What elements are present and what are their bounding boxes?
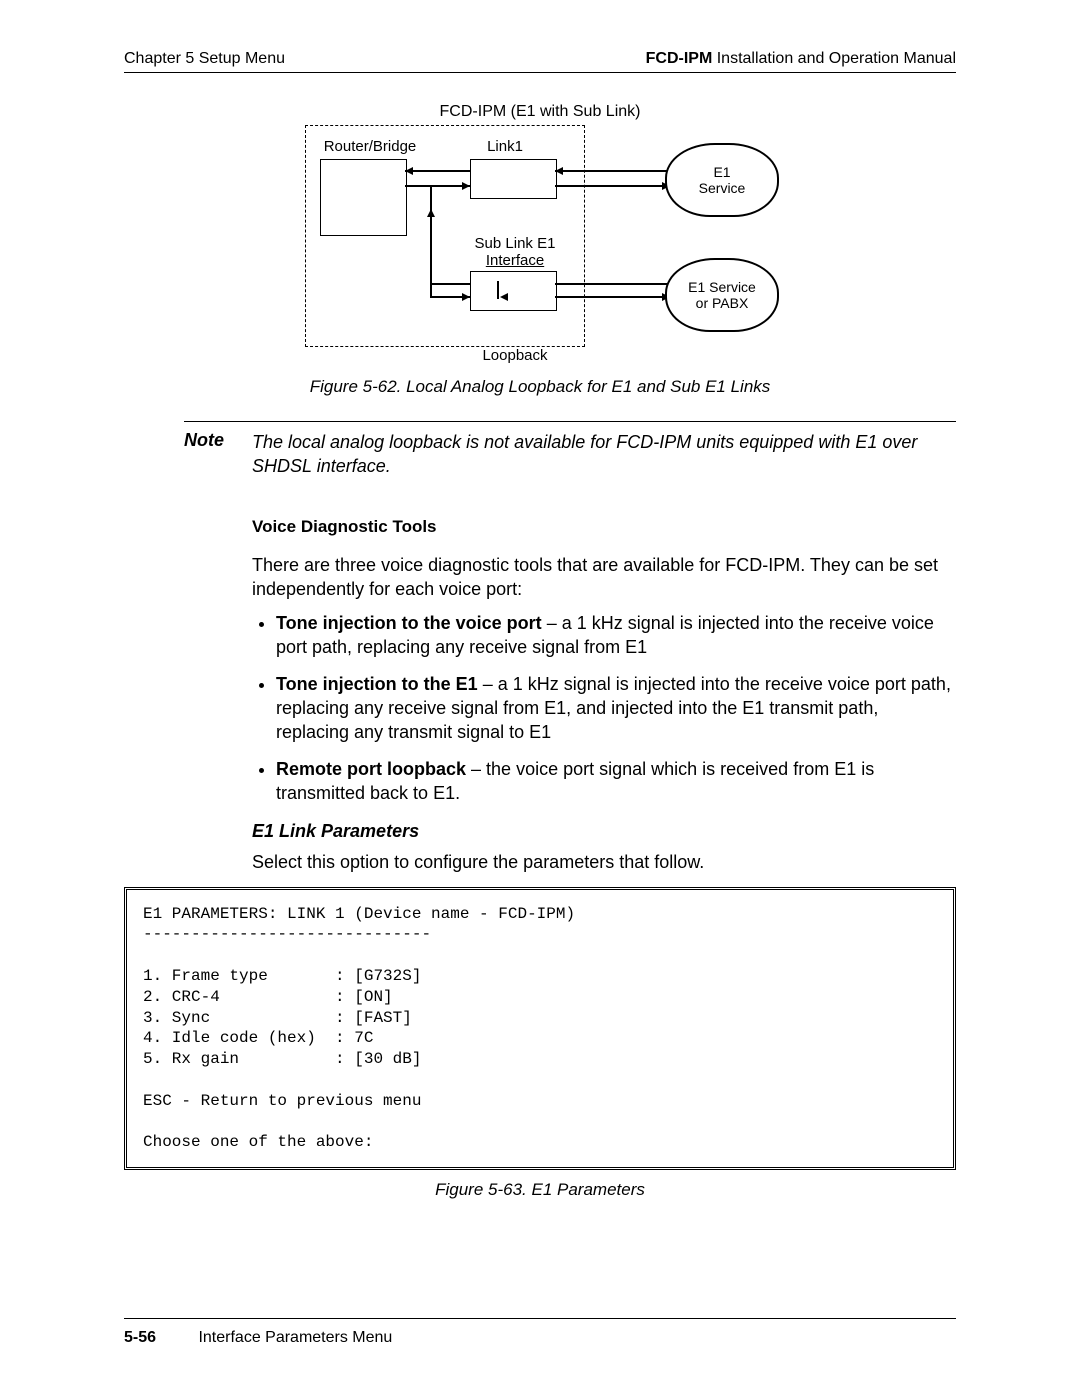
header-right: FCD-IPM Installation and Operation Manua… [646,50,956,68]
arrow-line [555,283,670,285]
figure-62-caption: Figure 5-62. Local Analog Loopback for E… [124,377,956,397]
sublink-label1: Sub Link E1 [460,236,570,253]
arrow-line [430,283,470,285]
sublink-label2: Interface [460,253,570,270]
code-line: ESC - Return to previous menu [143,1092,421,1110]
arrow-line [405,185,470,187]
figure-62-diagram: FCD-IPM (E1 with Sub Link) Router/Bridge… [124,103,956,363]
bullet2-bold: Tone injection to the E1 [276,674,478,694]
page-footer: 5-56 Interface Parameters Menu [124,1318,956,1347]
loopback-label: Loopback [465,348,565,365]
sublink-box [470,271,557,311]
note-block: Note The local analog loopback is not av… [184,421,956,479]
header-product: FCD-IPM [646,50,713,67]
cloud2-line2: or PABX [696,295,749,311]
vertical-line [430,185,432,297]
list-item: Tone injection to the E1 – a 1 kHz signa… [276,672,956,745]
arrow-line [405,170,470,172]
code-line: Choose one of the above: [143,1133,373,1151]
e1-link-intro: Select this option to configure the para… [252,850,956,874]
arrow-head-left-icon [555,167,563,175]
voice-tools-intro: There are three voice diagnostic tools t… [252,553,956,602]
cloud1-line2: Service [699,180,746,196]
page-number: 5-56 [124,1329,194,1347]
code-line: 4. Idle code (hex) : 7C [143,1029,373,1047]
bullet1-bold: Tone injection to the voice port [276,613,542,633]
header-left: Chapter 5 Setup Menu [124,50,285,68]
arrow-line [555,185,670,187]
figure-63-caption: Figure 5-63. E1 Parameters [124,1180,956,1200]
voice-tools-list: Tone injection to the voice port – a 1 k… [252,611,956,805]
diagram-title: FCD-IPM (E1 with Sub Link) [265,103,815,121]
code-line: E1 PARAMETERS: LINK 1 (Device name - FCD… [143,905,575,923]
code-line: 3. Sync : [FAST] [143,1009,412,1027]
header-doc-title: Installation and Operation Manual [712,50,956,67]
code-line: 1. Frame type : [G732S] [143,967,421,985]
e1-link-heading: E1 Link Parameters [252,821,956,842]
router-bridge-label: Router/Bridge [315,139,425,156]
code-line: ------------------------------ [143,925,431,943]
list-item: Tone injection to the voice port – a 1 k… [276,611,956,660]
note-text: The local analog loopback is not availab… [252,430,956,479]
bullet3-bold: Remote port loopback [276,759,466,779]
arrow-head-up-icon [427,209,435,217]
loopback-tick [497,281,499,299]
cloud2-line1: E1 Service [688,279,756,295]
arrow-line [555,296,670,298]
code-line: 2. CRC-4 : [ON] [143,988,393,1006]
code-line: 5. Rx gain : [30 dB] [143,1050,421,1068]
cloud-e1-service: E1 Service [665,143,779,217]
arrow-head-right-icon [462,293,470,301]
link1-box [470,159,557,199]
arrow-head-right-icon [462,182,470,190]
note-label: Note [184,430,252,479]
link1-label: Link1 [475,139,535,156]
arrow-line [555,170,670,172]
router-bridge-box [320,159,407,236]
arrow-head-left-icon [405,167,413,175]
e1-parameters-terminal: E1 PARAMETERS: LINK 1 (Device name - FCD… [124,887,956,1171]
arrow-head-left-icon [500,293,508,301]
cloud1-line1: E1 [713,164,730,180]
list-item: Remote port loopback – the voice port si… [276,757,956,806]
page-header: Chapter 5 Setup Menu FCD-IPM Installatio… [124,50,956,73]
footer-section: Interface Parameters Menu [198,1329,392,1346]
voice-tools-heading: Voice Diagnostic Tools [252,517,956,537]
cloud-e1-pabx: E1 Service or PABX [665,258,779,332]
